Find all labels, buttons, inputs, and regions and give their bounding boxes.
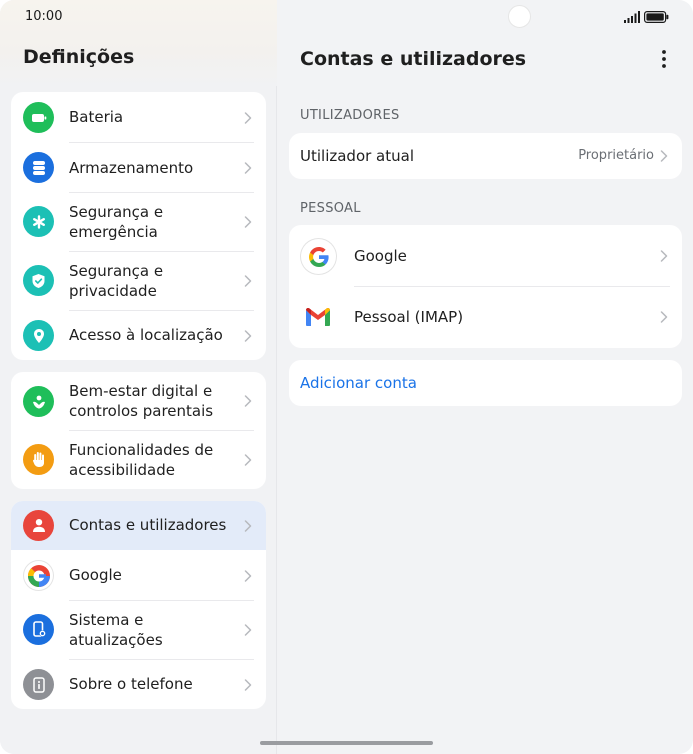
settings-item-accessibility[interactable]: Funcionalidades de acessibilidade [11,431,266,489]
settings-item-label: Sobre o telefone [69,675,193,693]
info-icon [23,669,54,700]
settings-item-emergency[interactable]: Segurança e emergência [11,193,266,251]
signal-icon [624,11,640,23]
chevron-right-icon [660,250,668,262]
account-row-google[interactable]: Google [289,225,682,286]
settings-item-label: Bateria [69,108,124,126]
hand-icon [23,444,54,475]
settings-item-label: Segurança e privacidade [69,262,164,300]
chevron-right-icon [660,150,668,162]
settings-item-location[interactable]: Acesso à localização [11,311,266,360]
chevron-right-icon [244,520,252,532]
settings-item-label: Segurança e emergência [69,203,164,241]
location-pin-icon [23,320,54,351]
settings-item-digital-wellbeing[interactable]: Bem-estar digital e controlos parentais [11,372,266,430]
current-user-value: Proprietário [578,148,654,163]
chevron-right-icon [244,162,252,174]
device-screen: 10:00 Definições Bateria Armazenamento S… [0,0,693,754]
chevron-right-icon [244,275,252,287]
chevron-right-icon [244,395,252,407]
section-label-personal: PESSOAL [300,201,361,216]
gmail-icon [304,306,334,328]
page-title: Definições [23,46,135,68]
battery-status-icon [644,11,669,23]
add-account-button[interactable]: Adicionar conta [300,374,417,392]
settings-group-device: Bateria Armazenamento Segurança e emergê… [11,92,266,360]
settings-item-system-updates[interactable]: Sistema e atualizações [11,601,266,659]
accounts-card: Google Pessoal (IMAP) [289,225,682,348]
chevron-right-icon [244,112,252,124]
status-bar: 10:00 [0,0,693,36]
more-options-icon[interactable] [656,48,672,70]
chevron-right-icon [244,216,252,228]
settings-item-google[interactable]: Google [11,551,266,600]
chevron-right-icon [244,454,252,466]
section-label-users: UTILIZADORES [300,108,400,123]
settings-item-label: Armazenamento [69,159,194,177]
settings-item-label: Funcionalidades de acessibilidade [69,441,214,479]
settings-item-label: Bem-estar digital e controlos parentais [69,382,214,420]
user-icon [23,510,54,541]
users-card: Utilizador atual Proprietário [289,133,682,179]
settings-item-label: Contas e utilizadores [69,516,227,534]
wellbeing-icon [23,386,54,417]
account-row-imap[interactable]: Pessoal (IMAP) [289,287,682,348]
chevron-right-icon [244,570,252,582]
settings-item-label: Acesso à localização [69,326,223,344]
settings-item-battery[interactable]: Bateria [11,92,266,143]
settings-group-wellbeing: Bem-estar digital e controlos parentais … [11,372,266,489]
settings-item-accounts-users[interactable]: Contas e utilizadores [11,501,266,550]
settings-item-privacy[interactable]: Segurança e privacidade [11,252,266,310]
chevron-right-icon [660,311,668,323]
phone-settings-icon [23,614,54,645]
chevron-right-icon [244,679,252,691]
emergency-icon [23,206,54,237]
shield-icon [23,265,54,296]
camera-cutout [508,5,531,28]
settings-item-label: Google [69,566,122,584]
battery-icon [23,102,54,133]
status-time: 10:00 [25,9,63,24]
google-icon [301,239,336,274]
settings-group-accounts: Contas e utilizadores Google Sistema e a… [11,501,266,709]
add-account-card: Adicionar conta [289,360,682,406]
settings-list-pane: Definições Bateria Armazenamento Seguran… [0,0,277,754]
detail-title: Contas e utilizadores [300,48,527,70]
google-icon [23,560,54,591]
settings-item-storage[interactable]: Armazenamento [11,143,266,193]
account-label: Google [354,247,407,265]
storage-icon [23,152,54,183]
home-indicator[interactable] [260,741,433,745]
current-user-label: Utilizador atual [300,147,415,165]
chevron-right-icon [244,330,252,342]
current-user-row[interactable]: Utilizador atual Proprietário [289,133,682,179]
account-label: Pessoal (IMAP) [354,308,464,326]
chevron-right-icon [244,624,252,636]
settings-item-label: Sistema e atualizações [69,611,163,649]
settings-item-about-phone[interactable]: Sobre o telefone [11,660,266,709]
